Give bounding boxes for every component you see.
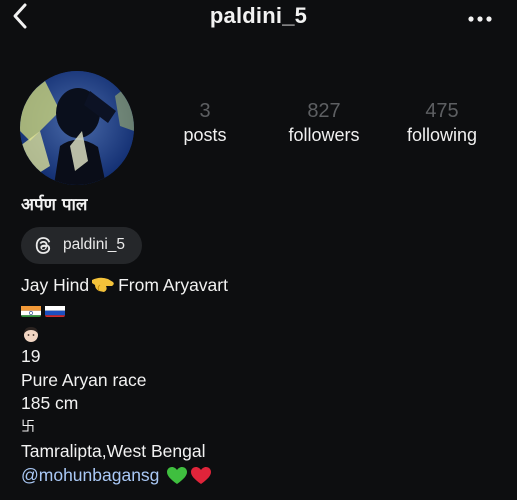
salute-hand-icon [92, 277, 114, 292]
profile-username: paldini_5 [209, 3, 308, 28]
red-heart-icon [191, 466, 212, 484]
bio-location: Tamralipta,West Bengal [21, 440, 206, 461]
bio-line-1: Jay Hind From Aryavart [21, 274, 228, 298]
more-options-button[interactable] [467, 11, 493, 22]
profile-full-name: अर्पण पाल [21, 195, 88, 215]
posts-count: 3 [199, 100, 211, 122]
more-horizontal-icon [468, 16, 492, 22]
profile-stats: 3 posts 827 followers 475 following [160, 99, 500, 159]
posts-stat[interactable]: 3 posts [150, 99, 260, 147]
following-stat[interactable]: 475 following [387, 99, 497, 147]
bio-symbol: 卐 [21, 419, 35, 436]
bio-race: Pure Aryan race [21, 369, 147, 390]
posts-label: posts [183, 125, 227, 145]
threads-username: paldini_5 [63, 236, 126, 253]
profile-bio: Jay Hind From Aryavart 19 Pure Aryan rac… [21, 274, 228, 487]
following-count: 475 [425, 100, 459, 122]
profile-photo [20, 71, 134, 185]
avatar[interactable] [20, 71, 134, 185]
threads-icon [35, 237, 51, 254]
india-flag-icon [21, 303, 41, 318]
bio-mention-line: @mohunbagansg [21, 464, 228, 488]
followers-count: 827 [307, 100, 341, 122]
bio-age: 19 [21, 346, 41, 367]
bio-line-flags [21, 298, 228, 322]
followers-stat[interactable]: 827 followers [269, 99, 379, 147]
mention-link[interactable]: @mohunbagansg [21, 465, 159, 485]
threads-badge[interactable]: paldini_5 [21, 227, 142, 264]
top-bar: paldini_5 [0, 0, 517, 34]
green-heart-icon [167, 466, 188, 484]
following-label: following [406, 125, 478, 145]
bio-from-aryavart: From Aryavart [118, 275, 228, 295]
person-face-icon [24, 326, 38, 342]
bio-height: 185 cm [21, 393, 79, 414]
russia-flag-icon [45, 303, 65, 318]
bio-line-face [21, 321, 228, 345]
bio-jay-hind: Jay Hind [21, 275, 90, 295]
followers-label: followers [288, 125, 360, 145]
